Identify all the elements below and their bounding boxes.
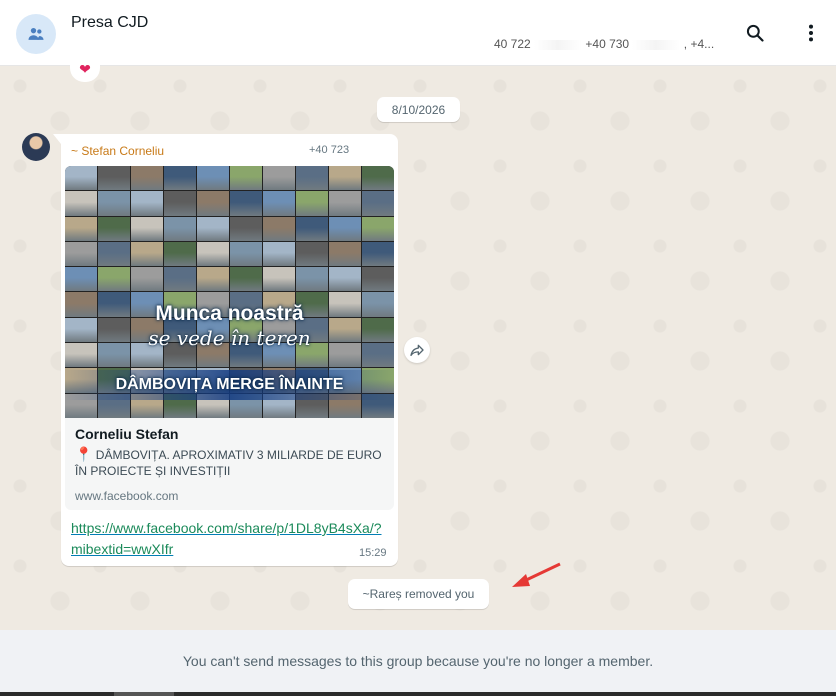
preview-title: Corneliu Stefan: [75, 426, 179, 442]
mosaic-tile: [131, 267, 163, 292]
mosaic-tile: [65, 216, 97, 241]
mosaic-tile: [98, 216, 130, 241]
search-button[interactable]: [744, 22, 766, 44]
mosaic-tile: [164, 166, 196, 191]
message-link[interactable]: https://www.facebook.com/share/p/1DL8yB4…: [71, 520, 382, 557]
chat-header: Presa CJD 40 722 +40 730 , +4...: [0, 0, 836, 66]
preview-description: 📍 DÂMBOVIȚA. APROXIMATIV 3 MILIARDE DE E…: [75, 446, 387, 479]
mosaic-tile: [98, 267, 130, 292]
mosaic-tile: [164, 267, 196, 292]
mosaic-tile: [197, 191, 229, 216]
mosaic-tile: [296, 267, 328, 292]
mosaic-tile: [329, 241, 361, 267]
footer-text: You can't send messages to this group be…: [182, 653, 654, 669]
link-preview[interactable]: Munca noastră se vede în teren DÂMBOVIȚA…: [65, 166, 394, 510]
mosaic-tile: [230, 166, 262, 191]
participant-1: 40 722: [494, 37, 531, 51]
mosaic-tile: [362, 216, 394, 241]
mosaic-tile: [65, 267, 97, 292]
mosaic-tile: [230, 241, 262, 267]
mosaic-tile: [197, 241, 229, 267]
mosaic-tile: [296, 191, 328, 216]
system-message: ~Rareș removed you: [348, 579, 489, 609]
mosaic-tile: [98, 166, 130, 191]
mosaic-tile: [362, 166, 394, 191]
mosaic-tile: [230, 267, 262, 292]
mosaic-tile: [263, 216, 295, 241]
mosaic-tile: [329, 267, 361, 292]
mosaic-tile: [98, 241, 130, 267]
kebab-menu-icon: [808, 24, 814, 42]
message-bubble[interactable]: ~ Stefan Corneliu +40 723 Munca noastră …: [53, 134, 398, 566]
mosaic-tile: [263, 241, 295, 267]
sender-phone: +40 723: [309, 144, 350, 156]
mosaic-tile: [131, 216, 163, 241]
search-icon: [746, 24, 764, 42]
mosaic-tile: [329, 166, 361, 191]
mosaic-tile: [329, 216, 361, 241]
group-title[interactable]: Presa CJD: [71, 14, 148, 32]
mosaic-tile: [164, 191, 196, 216]
forward-icon: [410, 344, 424, 356]
sender-avatar[interactable]: [22, 133, 50, 161]
scrollbar-thumb[interactable]: [114, 692, 174, 696]
heart-icon: ❤: [79, 60, 91, 77]
mosaic-tile: [362, 241, 394, 267]
message-time: 15:29: [359, 547, 387, 559]
composer-disabled-notice: You can't send messages to this group be…: [0, 630, 836, 692]
mosaic-tile: [98, 191, 130, 216]
group-avatar[interactable]: [16, 14, 56, 54]
mosaic-tile: [263, 191, 295, 216]
mosaic-tile: [65, 166, 97, 191]
group-icon: [28, 28, 44, 40]
participant-3: , +4...: [683, 37, 715, 51]
heart-reaction[interactable]: ❤: [70, 56, 100, 82]
mosaic-tile: [131, 191, 163, 216]
mosaic-tile: [230, 216, 262, 241]
mosaic-tile: [263, 267, 295, 292]
mosaic-tile: [296, 166, 328, 191]
date-divider: 8/10/2026: [377, 97, 460, 122]
mosaic-tile: [230, 191, 262, 216]
mosaic-tile: [263, 166, 295, 191]
mosaic-tile: [296, 216, 328, 241]
preview-description-text: DÂMBOVIȚA. APROXIMATIV 3 MILIARDE DE EUR…: [75, 448, 382, 478]
mosaic-tile: [164, 241, 196, 267]
red-arrow-annotation: [512, 562, 561, 587]
mosaic-tile: [164, 216, 196, 241]
preview-image-headline: Munca noastră: [155, 302, 304, 325]
participant-2: +40 730: [585, 37, 630, 51]
mosaic-tile: [131, 241, 163, 267]
mosaic-tile: [131, 166, 163, 191]
mosaic-tile: [65, 241, 97, 267]
preview-image-subheadline: se vede în teren: [148, 326, 311, 350]
mosaic-tile: [197, 166, 229, 191]
preview-image-slogan: DÂMBOVIȚA MERGE ÎNAINTE: [115, 376, 344, 393]
preview-domain: www.facebook.com: [75, 489, 179, 503]
horizontal-scrollbar[interactable]: [0, 692, 836, 696]
sender-name[interactable]: ~ Stefan Corneliu: [71, 144, 164, 158]
mosaic-tile: [362, 267, 394, 292]
pushpin-icon: 📍: [75, 446, 93, 462]
mosaic-tile: [197, 216, 229, 241]
mosaic-tile: [65, 191, 97, 216]
participants-list[interactable]: 40 722 +40 730 , +4...: [494, 37, 714, 51]
message-link-container: https://www.facebook.com/share/p/1DL8yB4…: [71, 518, 387, 560]
mosaic-tile: [329, 191, 361, 216]
mosaic-tile: [362, 191, 394, 216]
forward-button[interactable]: [404, 337, 430, 363]
menu-button[interactable]: [800, 22, 822, 44]
mosaic-tile: [296, 241, 328, 267]
mosaic-tile: [197, 267, 229, 292]
